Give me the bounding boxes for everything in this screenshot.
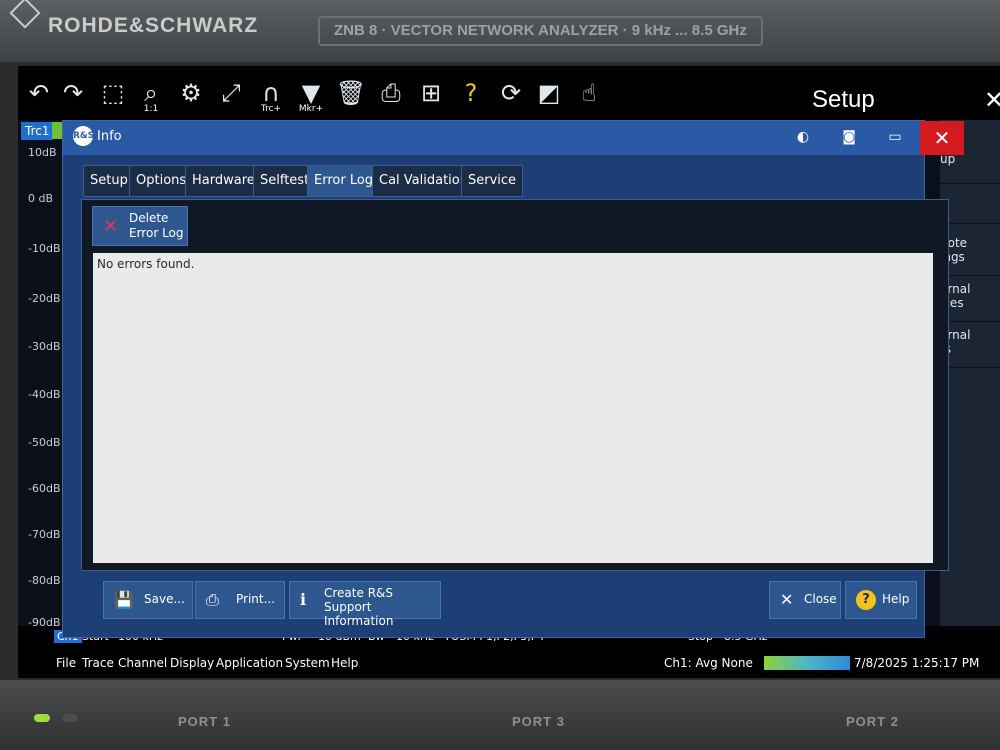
setup-side-panel: up - note ings ernal ices ernal ts: [940, 120, 1000, 640]
power-led: [34, 714, 50, 722]
y-tick: -40dB: [28, 388, 61, 401]
datetime: 7/8/2025 1:25:17 PM: [854, 656, 980, 670]
dialog-title: Info: [97, 129, 122, 144]
help-icon[interactable]: ?: [454, 76, 488, 110]
port-label: PORT 1: [178, 714, 231, 729]
y-tick: -50dB: [28, 436, 61, 449]
marker-add-icon[interactable]: ▼ Mkr+: [294, 76, 328, 114]
tab-service[interactable]: Service: [461, 165, 524, 197]
zoom-rect-icon[interactable]: ⬚: [96, 76, 130, 110]
y-tick: -20dB: [28, 292, 61, 305]
help-label: Help: [882, 592, 910, 606]
side-panel-item[interactable]: ernal ts: [940, 322, 1000, 368]
dialog-close-button[interactable]: ✕: [920, 121, 964, 155]
windows-icon[interactable]: ⊞: [414, 76, 448, 110]
fullscreen-icon[interactable]: ⤢: [214, 76, 248, 110]
create-support-info-button[interactable]: ℹ Create R&S Support Information: [289, 581, 441, 628]
y-tick: -70dB: [28, 528, 61, 541]
menu-application[interactable]: Application: [216, 656, 283, 670]
trace-tag[interactable]: Trc1: [21, 122, 54, 140]
refresh-icon[interactable]: ⟳: [494, 76, 528, 110]
y-tick: 0 dB: [28, 192, 54, 205]
tab-hardware[interactable]: Hardware: [185, 165, 262, 197]
dialog-titlebar: R&S Info ◐ ◙ ▭: [63, 121, 924, 155]
brand-name: ROHDE&SCHWARZ: [48, 14, 259, 37]
menu-trace[interactable]: Trace: [82, 656, 114, 670]
side-panel-item[interactable]: -: [940, 184, 1000, 224]
zoom-11-label: 1:1: [143, 104, 159, 114]
y-tick: -30dB: [28, 340, 61, 353]
transparency-icon[interactable]: ◐: [791, 127, 815, 147]
y-tick: -80dB: [28, 574, 61, 587]
rs-dialog-logo-icon: R&S: [73, 126, 94, 146]
standby-led: [62, 714, 78, 722]
close-button[interactable]: ✕ Close: [769, 581, 841, 619]
menu-system[interactable]: System: [285, 656, 330, 670]
delete-x-icon: ✕: [103, 216, 119, 237]
menu-bar: File Trace Channel Display Application S…: [18, 648, 1000, 678]
close-x-icon: ✕: [780, 590, 794, 609]
tab-error-log[interactable]: Error Log: [307, 165, 381, 197]
support-info-label: Create R&S Support Information: [324, 586, 394, 628]
help-glyph: ?: [464, 79, 478, 107]
side-panel-item[interactable]: note ings: [940, 230, 1000, 276]
tab-setup[interactable]: Setup: [83, 165, 135, 197]
y-tick: 10dB: [28, 146, 57, 159]
side-panel-item[interactable]: ernal ices: [940, 276, 1000, 322]
help-button[interactable]: ? Help: [845, 581, 917, 619]
trace-y-axis: Trc1 10dB 0 dB -10dB -20dB -30dB -40dB -…: [18, 120, 68, 640]
panel-close-icon[interactable]: ✕: [984, 86, 1000, 114]
zoom-11-icon[interactable]: ⌕ 1:1: [134, 76, 168, 114]
tab-cal-validation[interactable]: Cal Validation: [372, 165, 475, 197]
save-label: Save...: [144, 592, 185, 606]
save-button[interactable]: 💾 Save...: [103, 581, 193, 619]
tab-options[interactable]: Options: [129, 165, 194, 197]
floppy-icon: 💾: [114, 590, 134, 609]
print-button[interactable]: ⎙ Print...: [195, 581, 285, 619]
y-tick: -60dB: [28, 482, 61, 495]
zoom-settings-icon[interactable]: ⚙: [174, 76, 208, 110]
trace-color-tag: [52, 122, 62, 139]
model-plate: ZNB 8 · VECTOR NETWORK ANALYZER · 9 kHz …: [318, 16, 763, 46]
menu-channel[interactable]: Channel: [118, 656, 167, 670]
print-label: Print...: [236, 592, 276, 606]
rs-logo-icon: [9, 0, 41, 29]
port-label: PORT 2: [846, 714, 899, 729]
marker-add-label: Mkr+: [298, 104, 324, 114]
menu-help[interactable]: Help: [331, 656, 358, 670]
info-dialog: R&S Info ◐ ◙ ▭ ✕ Setup Options Hardware …: [62, 120, 964, 638]
activity-indicator: [764, 656, 850, 670]
error-log-area[interactable]: No errors found.: [93, 253, 933, 563]
error-log-pane: ✕ Delete Error Log No errors found.: [81, 199, 949, 571]
delete-error-log-label: Delete Error Log: [129, 211, 184, 240]
touch-icon[interactable]: ☝: [572, 76, 606, 110]
printer-icon: ⎙: [206, 590, 219, 609]
instrument-top-bezel: ROHDE&SCHWARZ ZNB 8 · VECTOR NETWORK ANA…: [0, 0, 1000, 62]
screenshot-icon[interactable]: ◙: [837, 127, 861, 147]
menu-display[interactable]: Display: [170, 656, 214, 670]
panel-title: Setup: [812, 86, 875, 113]
menu-file[interactable]: File: [56, 656, 76, 670]
undo-icon[interactable]: ↶: [22, 76, 56, 110]
avg-status: Ch1: Avg None: [664, 656, 753, 670]
y-tick: -10dB: [28, 242, 61, 255]
port-label: PORT 3: [512, 714, 565, 729]
display-icon[interactable]: ◩: [532, 76, 566, 110]
log-message: No errors found.: [97, 257, 195, 271]
print-icon[interactable]: ⎙: [374, 76, 408, 110]
trace-add-label: Trc+: [260, 104, 282, 114]
support-info-icon: ℹ: [300, 590, 307, 609]
delete-icon[interactable]: 🗑: [334, 76, 368, 110]
redo-icon[interactable]: ↷: [56, 76, 90, 110]
close-label: Close: [804, 592, 837, 606]
main-toolbar: ↶ ↷ ⬚ ⌕ 1:1 ⚙ ⤢ ∩ Trc+ ▼ Mkr+ 🗑 ⎙ ⊞ ? ⟳ ◩ ☝…: [18, 66, 1000, 120]
help-circle-icon: ?: [856, 590, 876, 610]
dialog-button-bar: 💾 Save... ⎙ Print... ℹ Create R&S Suppor…: [81, 581, 921, 629]
delete-error-log-button[interactable]: ✕ Delete Error Log: [92, 206, 188, 246]
trace-add-icon[interactable]: ∩ Trc+: [254, 76, 288, 114]
maximize-icon[interactable]: ▭: [883, 127, 907, 147]
